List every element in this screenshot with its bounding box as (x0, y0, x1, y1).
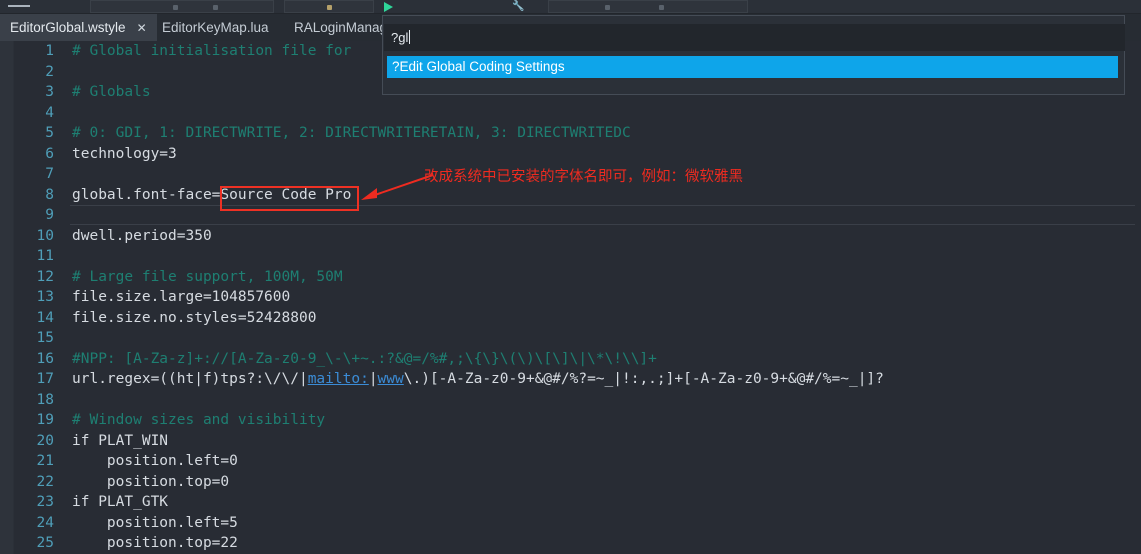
toolbar-group-tools (548, 0, 748, 13)
line-text: global.font-face=Source Code Pro (72, 186, 352, 203)
code-line[interactable]: 14 file.size.no.styles=52428800 (0, 308, 1141, 329)
code-line[interactable]: 21 position.left=0 (0, 451, 1141, 472)
code-line[interactable]: 10 dwell.period=350 (0, 226, 1141, 247)
code-line[interactable]: 11 (0, 246, 1141, 267)
line-number: 16 (36, 350, 54, 367)
code-line[interactable]: 24 position.left=5 (0, 513, 1141, 534)
line-text: position.left=0 (72, 453, 238, 469)
text-caret (409, 30, 411, 44)
line-text: technology=3 (72, 145, 177, 162)
toolbar-group-file (90, 0, 274, 13)
line-text: #NPP: [A-Za-z]+://[A-Za-z0-9_\-\+~.:?&@=… (72, 350, 657, 367)
code-line[interactable]: 23 if PLAT_GTK (0, 492, 1141, 513)
code-line[interactable]: 20 if PLAT_WIN (0, 431, 1141, 452)
line-text: # Window sizes and visibility (72, 412, 326, 428)
code-line[interactable]: 12 # Large file support, 100M, 50M (0, 267, 1141, 288)
line-text: # 0: GDI, 1: DIRECTWRITE, 2: DIRECTWRITE… (72, 125, 631, 141)
line-number: 6 (45, 145, 54, 162)
code-line[interactable]: 16 #NPP: [A-Za-z]+://[A-Za-z0-9_\-\+~.:?&… (0, 349, 1141, 370)
annotation-text: 改成系统中已安装的字体名即可，例如：微软雅黑 (424, 169, 743, 185)
line-text: position.top=0 (72, 473, 230, 490)
close-icon[interactable]: ✕ (137, 22, 147, 34)
line-number: 1 (45, 43, 54, 59)
line-number: 8 (45, 186, 54, 203)
line-number: 13 (36, 289, 54, 305)
line-text: # Large file support, 100M, 50M (72, 268, 343, 285)
code-line[interactable]: 15 (0, 328, 1141, 349)
line-number: 11 (36, 248, 54, 264)
tab-editorkeymap-lua[interactable]: EditorKeyMap.lua (152, 14, 279, 41)
line-number: 15 (36, 330, 54, 346)
line-number: 24 (36, 514, 54, 531)
code-line[interactable]: 4 (0, 103, 1141, 124)
application-window: 🔧 EditorGlobal.wstyle ✕ EditorKeyMap.lua… (0, 0, 1141, 554)
line-number: 20 (36, 432, 54, 449)
line-text-segment: url.regex=((ht|f)tps?:\/\/| (72, 371, 308, 387)
toolbar-icon-d[interactable] (605, 5, 610, 10)
wrench-icon[interactable]: 🔧 (512, 2, 524, 12)
line-number: 21 (36, 453, 54, 469)
toolbar-icon-e[interactable] (659, 5, 664, 10)
code-line[interactable]: 6 technology=3 (0, 144, 1141, 165)
code-line[interactable]: 8 global.font-face=Source Code Pro (0, 185, 1141, 206)
code-editor[interactable]: 1 # Global initialisation file for 2 3 # Gl… (0, 41, 1141, 554)
tab-label: RALoginManag (294, 20, 388, 35)
line-text: position.left=5 (72, 514, 238, 531)
line-text-segment: | (368, 371, 378, 387)
code-line[interactable]: 5 # 0: GDI, 1: DIRECTWRITE, 2: DIRECTWRIT… (0, 123, 1141, 144)
line-text: if PLAT_GTK (72, 494, 169, 510)
line-number: 25 (36, 535, 54, 551)
code-line[interactable]: 13 file.size.large=104857600 (0, 287, 1141, 308)
command-palette-query: ?gl (391, 30, 409, 45)
toolbar-group-edit (284, 0, 374, 13)
line-text: file.size.large=104857600 (72, 289, 291, 305)
line-text: position.top=22 (72, 535, 238, 551)
code-line[interactable]: 17 url.regex=((ht|f)tps?:\/\/|mailto:|www… (0, 369, 1141, 390)
line-text: # Globals (72, 84, 151, 100)
code-lines[interactable]: 1 # Global initialisation file for 2 3 # Gl… (0, 41, 1141, 554)
line-text: dwell.period=350 (72, 227, 212, 244)
current-line-highlight (70, 205, 1135, 225)
toolbar: 🔧 (0, 0, 1141, 14)
line-number: 5 (45, 125, 54, 141)
line-number: 17 (36, 371, 54, 387)
line-number: 4 (45, 104, 54, 121)
tab-editorglobal-wstyle[interactable]: EditorGlobal.wstyle ✕ (0, 14, 157, 41)
code-line[interactable]: 19 # Window sizes and visibility (0, 410, 1141, 431)
code-line[interactable]: 22 position.top=0 (0, 472, 1141, 493)
url-link[interactable]: mailto: (308, 371, 369, 387)
tab-raloginmanag[interactable]: RALoginManag (284, 14, 397, 41)
hamburger-icon[interactable] (8, 5, 30, 7)
line-number: 10 (36, 227, 54, 244)
line-number: 19 (36, 412, 54, 428)
line-number: 22 (36, 473, 54, 490)
line-text: url.regex=((ht|f)tps?:\/\/|mailto:|www\.… (72, 369, 884, 390)
code-line[interactable]: 18 (0, 390, 1141, 411)
toolbar-icon-b[interactable] (213, 5, 218, 10)
url-link[interactable]: www (378, 371, 404, 387)
tab-label: EditorGlobal.wstyle (10, 20, 126, 35)
tab-label: EditorKeyMap.lua (162, 20, 269, 35)
line-text: file.size.no.styles=52428800 (72, 309, 317, 326)
line-number: 18 (36, 391, 54, 408)
line-number: 9 (45, 207, 54, 223)
line-number: 7 (45, 166, 54, 182)
toolbar-icon-c[interactable] (327, 5, 332, 10)
line-text: if PLAT_WIN (72, 432, 169, 449)
command-palette[interactable]: ?gl ?Edit Global Coding Settings (382, 15, 1125, 95)
line-text: # Global initialisation file for (72, 43, 361, 59)
line-number: 3 (45, 84, 54, 100)
toolbar-icon-a[interactable] (173, 5, 178, 10)
code-line[interactable]: 25 position.top=22 (0, 533, 1141, 554)
code-line[interactable]: 9 (0, 205, 1141, 226)
line-number: 23 (36, 494, 54, 510)
command-palette-input[interactable]: ?gl (384, 24, 1125, 51)
line-text-segment: \.)[-A-Za-z0-9+&@#/%?=~_|!:,.;]+[-A-Za-z… (403, 371, 884, 387)
line-number: 2 (45, 63, 54, 80)
line-number: 14 (36, 309, 54, 326)
line-number: 12 (36, 268, 54, 285)
command-palette-result-0[interactable]: ?Edit Global Coding Settings (387, 56, 1118, 78)
play-icon[interactable] (384, 2, 393, 12)
